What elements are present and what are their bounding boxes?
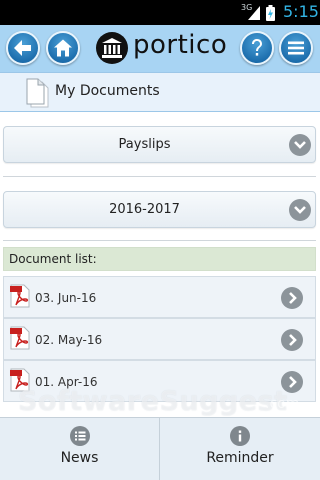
help-icon bbox=[252, 39, 262, 56]
menu-icon bbox=[288, 41, 304, 55]
document-name: 02. May-16 bbox=[35, 333, 103, 347]
document-row[interactable]: 02. May-16 bbox=[3, 318, 316, 360]
bottom-nav: News Reminder bbox=[0, 417, 320, 480]
help-button[interactable] bbox=[240, 31, 274, 65]
app-header: portico bbox=[0, 25, 320, 72]
document-list-header: Document list: bbox=[3, 247, 316, 271]
document-type-select[interactable]: Payslips bbox=[3, 126, 316, 163]
tab-reminder[interactable]: Reminder bbox=[160, 418, 320, 480]
chevron-right-icon bbox=[281, 371, 303, 393]
status-bar: 3G 5:15 bbox=[0, 0, 320, 25]
app-screen: 3G 5:15 portico My Documents Payslips 20… bbox=[0, 0, 320, 480]
home-button[interactable] bbox=[46, 31, 80, 65]
tab-reminder-label: Reminder bbox=[206, 450, 274, 466]
chevron-right-icon bbox=[281, 329, 303, 351]
signal-icon bbox=[248, 6, 260, 20]
logo-text: portico bbox=[133, 30, 228, 60]
logo-building-icon bbox=[96, 32, 128, 64]
menu-button[interactable] bbox=[279, 31, 313, 65]
documents-icon bbox=[26, 78, 49, 108]
clock: 5:15 bbox=[283, 2, 319, 21]
document-name: 03. Jun-16 bbox=[35, 291, 97, 305]
document-list-title: Document list: bbox=[9, 252, 97, 266]
back-button[interactable] bbox=[6, 31, 40, 65]
divider bbox=[3, 176, 316, 177]
year-select[interactable]: 2016-2017 bbox=[3, 191, 316, 228]
pdf-file-icon bbox=[10, 368, 30, 392]
year-value: 2016-2017 bbox=[109, 202, 180, 217]
pdf-file-icon bbox=[10, 326, 30, 350]
portico-logo: portico bbox=[96, 30, 230, 66]
list-icon bbox=[69, 426, 90, 446]
info-icon bbox=[230, 426, 250, 446]
battery-icon bbox=[266, 5, 275, 21]
chevron-right-icon bbox=[281, 287, 303, 309]
back-arrow-icon bbox=[14, 40, 31, 56]
page-title-bar: My Documents bbox=[0, 72, 320, 112]
page-title: My Documents bbox=[55, 83, 160, 99]
tab-news-label: News bbox=[60, 450, 99, 466]
tab-news[interactable]: News bbox=[0, 418, 160, 480]
chevron-down-icon bbox=[289, 199, 311, 221]
divider bbox=[3, 240, 316, 241]
document-row[interactable]: 03. Jun-16 bbox=[3, 276, 316, 318]
chevron-down-icon bbox=[289, 134, 311, 156]
home-icon bbox=[54, 39, 72, 57]
document-row[interactable]: 01. Apr-16 bbox=[3, 360, 316, 402]
pdf-file-icon bbox=[10, 284, 30, 308]
document-type-value: Payslips bbox=[118, 137, 171, 152]
document-name: 01. Apr-16 bbox=[35, 375, 98, 389]
